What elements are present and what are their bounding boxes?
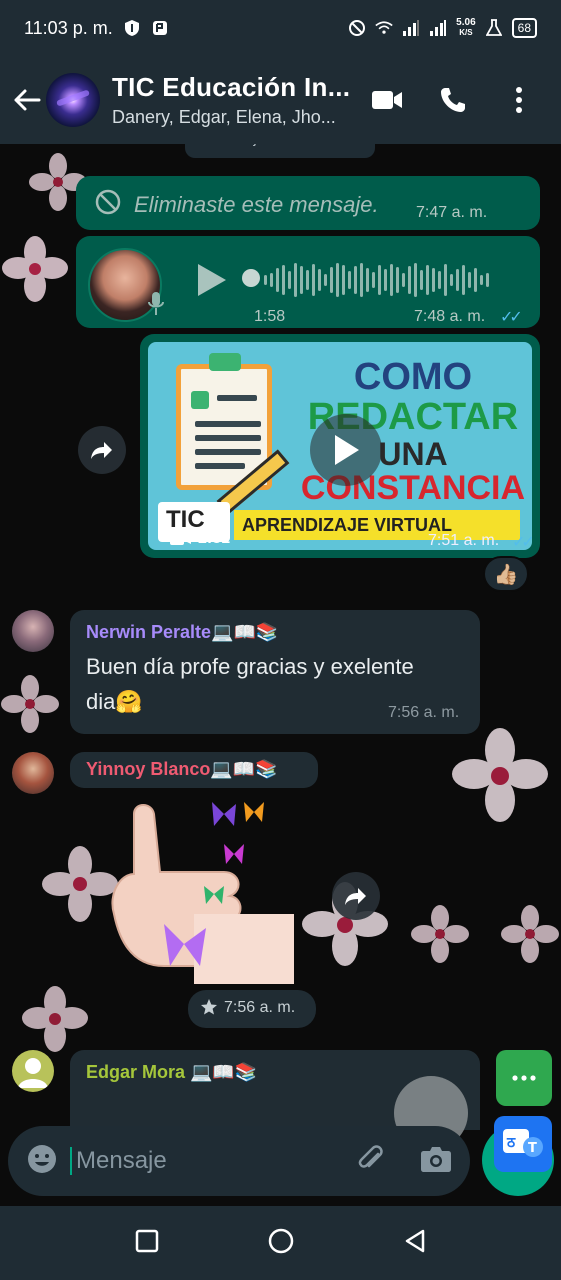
forward-button[interactable]: [78, 426, 126, 474]
signal-icon: [402, 19, 420, 37]
battery-indicator: 68: [511, 18, 537, 38]
emoji-icon[interactable]: [26, 1143, 58, 1180]
video-thumbnail[interactable]: COMO REDACTAR UNA CONSTANCIA TIC APRENDI…: [148, 342, 532, 550]
floating-menu-button[interactable]: [496, 1050, 552, 1106]
play-icon[interactable]: [194, 262, 228, 303]
shield-icon: [123, 19, 141, 37]
message-time: 7:47 a. m.: [416, 204, 488, 221]
avatar[interactable]: [12, 1050, 54, 1092]
chat-area[interactable]: 9 de junio de 2023 Eliminaste este mensa…: [0, 144, 561, 1206]
home-icon[interactable]: [268, 1228, 294, 1259]
sender-name[interactable]: Yinnoy Blanco💻📖📚: [86, 759, 278, 780]
system-nav-bar: [0, 1206, 561, 1280]
playback-handle[interactable]: [242, 269, 260, 287]
video-message-bubble[interactable]: COMO REDACTAR UNA CONSTANCIA TIC APRENDI…: [140, 334, 540, 558]
deleted-text: Eliminaste este mensaje.: [134, 192, 379, 217]
sender-name[interactable]: Edgar Mora 💻📖📚: [86, 1062, 257, 1083]
message-input-bar[interactable]: Mensaje: [8, 1126, 470, 1196]
status-time: 11:03 p. m.: [24, 17, 113, 38]
camera-icon[interactable]: [420, 1145, 452, 1178]
group-info[interactable]: TIC Educación In... Danery, Edgar, Elena…: [112, 72, 362, 128]
avatar[interactable]: [12, 610, 54, 652]
blossom-decoration: [452, 728, 548, 822]
wifi-icon: [375, 19, 393, 37]
back-arrow-icon[interactable]: [2, 75, 52, 125]
video-call-icon[interactable]: [369, 82, 405, 118]
message-input[interactable]: Mensaje: [70, 1147, 167, 1175]
star-icon: [200, 998, 218, 1021]
sender-name[interactable]: Nerwin Peralte💻📖📚: [86, 622, 278, 643]
forward-button[interactable]: [332, 872, 380, 920]
read-ticks-icon: ✓✓: [500, 309, 523, 326]
recent-apps-icon[interactable]: [135, 1229, 159, 1258]
group-title: TIC Educación In...: [112, 72, 351, 102]
video-camera-icon: [170, 533, 191, 545]
video-play-icon[interactable]: [310, 414, 382, 486]
app-notification-icon: [151, 19, 169, 37]
message-time: 7:51 a. m.: [428, 532, 500, 549]
status-bar: 11:03 p. m. 5.06 K/S 68: [0, 0, 561, 56]
date-chip: 9 de junio de 2023: [185, 144, 375, 158]
network-speed: 5.06 K/S: [456, 17, 476, 38]
read-ticks-icon: ✓✓: [512, 534, 532, 550]
message-text-line: Buen día profe gracias y exelente: [86, 654, 414, 679]
voice-message-bubble[interactable]: 1:58 7:48 a. m. ✓✓: [76, 236, 540, 328]
message-time: 7:48 a. m.: [414, 308, 486, 325]
incoming-message-bubble[interactable]: Nerwin Peralte💻📖📚 Buen día profe gracias…: [70, 610, 480, 734]
avatar[interactable]: [12, 752, 54, 794]
message-text-line: dia🤗: [86, 689, 143, 714]
reaction-badge[interactable]: 👍🏼: [483, 556, 529, 592]
flask-icon: [485, 19, 503, 37]
do-not-disturb-icon: [348, 19, 366, 37]
chat-header: TIC Educación In... Danery, Edgar, Elena…: [0, 56, 561, 144]
voice-duration: 1:58: [254, 308, 286, 325]
video-duration: 2:51: [170, 530, 230, 548]
back-nav-icon[interactable]: [403, 1229, 427, 1258]
blossom-decoration: [411, 905, 469, 963]
blocked-icon: [94, 188, 122, 222]
svg-text:ठ: ठ: [506, 1135, 516, 1151]
phone-call-icon[interactable]: [435, 82, 471, 118]
svg-text:T: T: [528, 1141, 537, 1156]
more-options-icon[interactable]: [501, 82, 537, 118]
microphone-icon: [146, 290, 166, 323]
sender-name-bubble: Yinnoy Blanco💻📖📚: [70, 752, 318, 788]
signal-icon: [429, 19, 447, 37]
deleted-message-bubble[interactable]: Eliminaste este mensaje. 7:47 a. m.: [76, 176, 540, 230]
blossom-decoration: [22, 986, 88, 1052]
message-time: 7:56 a. m.: [224, 999, 296, 1016]
blossom-decoration: [501, 905, 559, 963]
blossom-decoration: [1, 675, 59, 733]
message-time: 7:56 a. m.: [388, 704, 460, 721]
thumbs-up-sticker[interactable]: [104, 794, 294, 994]
group-members: Danery, Edgar, Elena, Jho...: [112, 107, 336, 127]
translate-app-icon[interactable]: ठT: [494, 1116, 552, 1172]
waveform[interactable]: [264, 260, 489, 300]
blossom-decoration: [2, 236, 68, 302]
attach-icon[interactable]: [356, 1144, 386, 1179]
sticker-time-chip: 7:56 a. m.: [188, 990, 316, 1028]
group-avatar[interactable]: [46, 73, 100, 127]
